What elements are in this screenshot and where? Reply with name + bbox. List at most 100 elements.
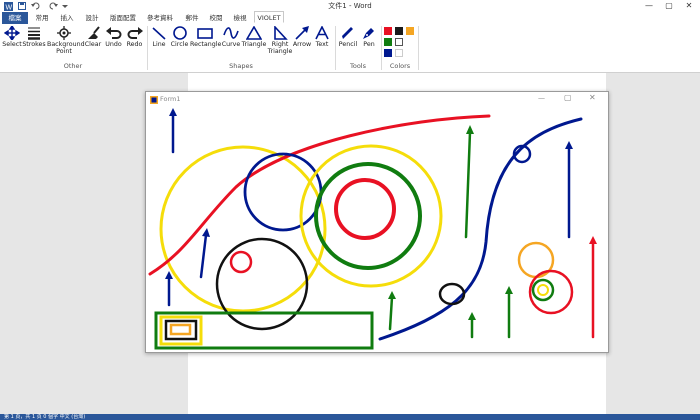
circle-shape[interactable] bbox=[537, 284, 549, 296]
curve-label: Curve bbox=[221, 41, 241, 48]
color-swatch-green[interactable] bbox=[384, 38, 392, 46]
curve-button[interactable]: Curve bbox=[221, 26, 241, 48]
text-tool-icon bbox=[315, 26, 329, 40]
pencil-icon bbox=[342, 27, 353, 39]
minimize-button[interactable]: — bbox=[640, 0, 658, 12]
circle-shape[interactable] bbox=[159, 145, 327, 313]
line-label: Line bbox=[152, 41, 166, 48]
restore-button[interactable]: ▢ bbox=[660, 0, 678, 12]
arrow-icon bbox=[295, 26, 309, 40]
text-label: Text bbox=[315, 41, 329, 48]
triangle-button[interactable]: Triangle bbox=[241, 26, 267, 48]
arrow-shape[interactable] bbox=[388, 291, 396, 331]
rectangle-icon bbox=[197, 28, 213, 39]
circle-shape[interactable] bbox=[243, 152, 323, 232]
background-point-label: Background Point bbox=[47, 41, 85, 55]
circle-shape[interactable] bbox=[229, 250, 253, 274]
redo-label: Redo bbox=[126, 41, 143, 48]
document-title: 文件1 - Word bbox=[328, 2, 372, 10]
tab-mailings[interactable]: 郵件 bbox=[181, 12, 203, 24]
arrow-button[interactable]: Arrow bbox=[292, 26, 312, 48]
arrow-shape[interactable] bbox=[199, 228, 210, 279]
undo-arrow-icon bbox=[105, 27, 121, 39]
triangle-icon bbox=[246, 26, 262, 40]
arrow-shape[interactable] bbox=[169, 108, 177, 154]
color-swatch-blank[interactable] bbox=[395, 49, 403, 57]
group-label-other: Other bbox=[63, 62, 83, 70]
pencil-label: Pencil bbox=[338, 41, 358, 48]
group-label-colors: Colors bbox=[389, 62, 411, 70]
select-icon bbox=[4, 26, 20, 40]
background-point-icon bbox=[57, 26, 71, 40]
color-swatch-red[interactable] bbox=[384, 27, 392, 35]
curve-icon bbox=[223, 27, 239, 39]
tab-review[interactable]: 校閱 bbox=[205, 12, 227, 24]
undo-label: Undo bbox=[105, 41, 122, 48]
circle-shape[interactable] bbox=[215, 237, 309, 331]
color-swatch-navy[interactable] bbox=[384, 49, 392, 57]
rectangle-button[interactable]: Rectangle bbox=[190, 26, 222, 48]
ribbon: Select Strokes Background Point Clear Un… bbox=[0, 24, 700, 73]
arrow-shape[interactable] bbox=[565, 141, 573, 239]
arrow-shape[interactable] bbox=[464, 125, 474, 239]
curve-shape[interactable] bbox=[378, 117, 583, 341]
clear-label: Clear bbox=[84, 41, 102, 48]
text-button[interactable]: Text bbox=[313, 26, 331, 48]
line-icon bbox=[152, 27, 166, 40]
select-label: Select bbox=[2, 41, 22, 48]
tab-view[interactable]: 檢視 bbox=[229, 12, 251, 24]
close-button[interactable]: ✕ bbox=[680, 0, 698, 12]
tab-home[interactable]: 常用 bbox=[31, 12, 53, 24]
group-separator bbox=[418, 26, 419, 70]
drawing-canvas[interactable] bbox=[146, 92, 608, 352]
circle-shape[interactable] bbox=[528, 269, 574, 315]
undo-button[interactable]: Undo bbox=[103, 26, 124, 48]
right-triangle-button[interactable]: Right Triangle bbox=[267, 26, 293, 55]
redo-arrow-icon bbox=[127, 27, 143, 39]
background-point-button[interactable]: Background Point bbox=[45, 26, 85, 55]
circle-icon bbox=[172, 26, 187, 40]
redo-button[interactable]: Redo bbox=[124, 26, 145, 48]
strokes-icon bbox=[28, 27, 40, 40]
group-label-shapes: Shapes bbox=[229, 62, 253, 70]
arrow-shape[interactable] bbox=[505, 286, 513, 339]
color-swatch-orange[interactable] bbox=[406, 27, 414, 35]
color-swatch-black[interactable] bbox=[395, 27, 403, 35]
clear-button[interactable]: Clear bbox=[83, 26, 103, 48]
right-triangle-label: Right Triangle bbox=[267, 41, 293, 55]
select-button[interactable]: Select bbox=[1, 26, 23, 48]
rectangle-label: Rectangle bbox=[190, 41, 222, 48]
arrow-label: Arrow bbox=[292, 41, 312, 48]
tab-violet[interactable]: VIOLET bbox=[254, 11, 284, 23]
clear-icon bbox=[88, 26, 100, 39]
circle-button[interactable]: Circle bbox=[169, 26, 190, 48]
pen-button[interactable]: Pen bbox=[359, 26, 379, 48]
arrow-shape[interactable] bbox=[468, 312, 476, 339]
strokes-label: Strokes bbox=[22, 41, 46, 48]
triangle-label: Triangle bbox=[241, 41, 267, 48]
pencil-button[interactable]: Pencil bbox=[337, 26, 359, 48]
line-button[interactable]: Line bbox=[150, 26, 168, 48]
circle-shape[interactable] bbox=[531, 278, 555, 302]
tab-references[interactable]: 參考資料 bbox=[143, 12, 177, 24]
arrow-shape[interactable] bbox=[165, 271, 173, 307]
circle-shape[interactable] bbox=[334, 178, 396, 240]
circle-label: Circle bbox=[170, 41, 189, 48]
form1-window: Form1 — ▢ ✕ bbox=[145, 91, 609, 353]
pen-icon bbox=[363, 28, 374, 39]
tab-layout[interactable]: 版面配置 bbox=[106, 12, 140, 24]
tab-design[interactable]: 設計 bbox=[81, 12, 103, 24]
arrow-shape[interactable] bbox=[589, 236, 597, 339]
ellipse-shape[interactable] bbox=[438, 282, 466, 306]
title-bar: W 文件1 - Word — ▢ ✕ bbox=[0, 0, 700, 12]
tab-file[interactable]: 檔案 bbox=[2, 12, 28, 24]
tab-insert[interactable]: 插入 bbox=[56, 12, 78, 24]
color-swatch-white[interactable] bbox=[395, 38, 403, 46]
pen-label: Pen bbox=[363, 41, 375, 48]
group-label-tools: Tools bbox=[349, 62, 366, 70]
status-bar: 第 1 頁，共 1 頁 0 個字 中文 (台灣) bbox=[0, 414, 700, 420]
strokes-button[interactable]: Strokes bbox=[22, 26, 46, 48]
right-triangle-icon bbox=[274, 26, 288, 40]
rectangle-shape[interactable] bbox=[169, 323, 192, 336]
status-text: 第 1 頁，共 1 頁 0 個字 中文 (台灣) bbox=[4, 414, 86, 420]
